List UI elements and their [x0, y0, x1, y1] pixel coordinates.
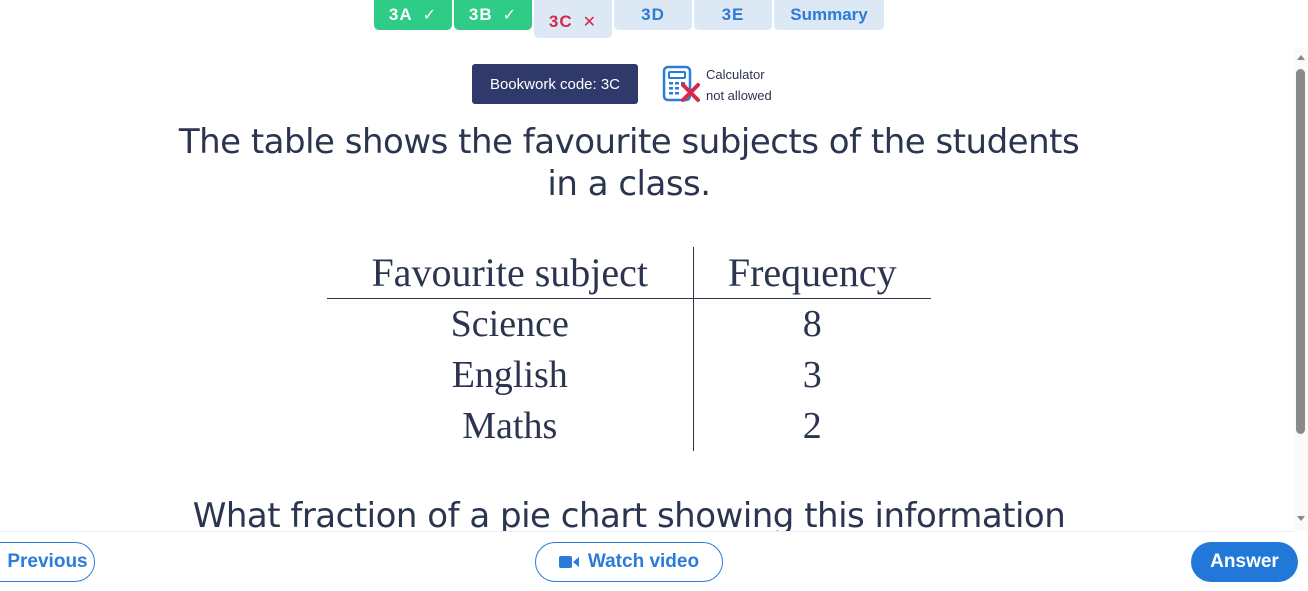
frequency-cell: 8 — [802, 302, 822, 345]
bookwork-code-label: Bookwork code: 3C — [489, 75, 621, 93]
header-favourite-subject: Favourite subject — [327, 247, 694, 299]
previous-button-label: Previous — [7, 551, 88, 572]
frequency-cell: 2 — [802, 404, 822, 447]
scrollbar-thumb[interactable] — [1296, 69, 1305, 434]
scroll-down-arrow-icon[interactable] — [1297, 516, 1305, 521]
answer-button-label: Answer — [1210, 551, 1279, 572]
table-header-row: Favourite subject Frequency — [327, 247, 931, 299]
scroll-up-arrow-icon[interactable] — [1297, 55, 1305, 60]
frequency-cell: 3 — [802, 353, 822, 396]
calculator-not-allowed-icon — [662, 65, 700, 102]
subject-cell: English — [327, 349, 694, 400]
tab-label: 3C — [548, 12, 573, 31]
tab-label: 3E — [721, 5, 745, 24]
tab-3e[interactable]: 3E — [694, 0, 772, 30]
cross-icon: ✕ — [582, 14, 598, 31]
table-row: Science 8 — [327, 298, 931, 349]
table-row: English 3 — [327, 349, 931, 400]
question-intro-line1: The table shows the favourite subjects o… — [178, 122, 1080, 162]
question-intro-line2: in a class. — [547, 164, 711, 204]
calculator-status: Calculator not allowed — [706, 64, 772, 106]
watch-video-label: Watch video — [587, 551, 700, 572]
tab-summary[interactable]: Summary — [774, 0, 884, 30]
answer-button[interactable]: Answer — [1191, 542, 1298, 582]
calculator-permission: not allowed — [706, 88, 772, 103]
table-row: Maths 2 — [327, 400, 931, 451]
watch-video-button[interactable]: Watch video — [535, 542, 723, 582]
subject-cell: Science — [327, 298, 694, 349]
frequency-table: Favourite subject Frequency Science 8 En… — [327, 247, 931, 451]
tab-3d[interactable]: 3D — [614, 0, 692, 30]
video-camera-icon — [558, 556, 579, 568]
tab-3a[interactable]: 3A ✓ — [374, 0, 452, 30]
bookwork-code-badge: Bookwork code: 3C — [472, 64, 638, 104]
subject-cell: Maths — [327, 400, 694, 451]
check-icon: ✓ — [422, 7, 438, 24]
tab-label: Summary — [790, 5, 868, 24]
previous-button[interactable]: Previous — [0, 542, 95, 582]
tab-label: 3A — [388, 5, 413, 24]
header-frequency: Frequency — [693, 247, 931, 299]
tab-3c[interactable]: 3C ✕ — [534, 0, 612, 38]
tab-3b[interactable]: 3B ✓ — [454, 0, 532, 30]
tab-label: 3B — [468, 5, 493, 24]
footer-divider — [0, 531, 1294, 532]
question-intro: The table shows the favourite subjects o… — [150, 121, 1108, 205]
vertical-scrollbar[interactable] — [1294, 48, 1308, 531]
tab-label: 3D — [641, 5, 665, 24]
check-icon: ✓ — [502, 7, 518, 24]
calculator-label: Calculator — [706, 67, 765, 82]
